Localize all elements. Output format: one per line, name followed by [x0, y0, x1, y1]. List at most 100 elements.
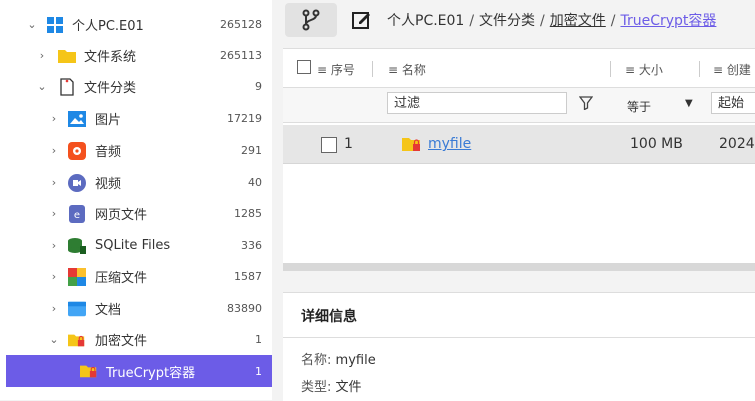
file-name-link[interactable]: myfile	[428, 136, 471, 152]
tree-item-count: 291	[241, 144, 262, 157]
chevron-down-icon[interactable]: ⌄	[46, 333, 62, 346]
filter-funnel-icon[interactable]	[578, 96, 594, 114]
details-title: 详细信息	[301, 309, 357, 325]
tree-item-label: 压缩文件	[95, 271, 148, 286]
chevron-right-icon[interactable]: ›	[46, 207, 62, 220]
tree-item-video[interactable]: › 视频 40	[0, 167, 272, 198]
menu-icon: ≡	[625, 63, 639, 77]
row-checkbox[interactable]	[321, 137, 337, 153]
created-start-input[interactable]: 起始	[711, 92, 755, 114]
file-size: 100 MB	[630, 136, 683, 152]
tree-item-web-files[interactable]: › e 网页文件 1285	[0, 198, 272, 229]
detail-type-value: 文件	[335, 380, 362, 395]
tree-item-count: 40	[248, 176, 262, 189]
chevron-right-icon[interactable]: ›	[46, 302, 62, 315]
tree-item-label: 视频	[95, 177, 122, 192]
menu-icon: ≡	[317, 63, 331, 77]
column-separator[interactable]	[372, 61, 373, 77]
column-header-created[interactable]: ≡ 创建	[713, 61, 751, 78]
chevron-right-icon[interactable]: ›	[46, 239, 62, 252]
locked-folder-icon	[402, 136, 422, 156]
windows-icon	[46, 16, 64, 34]
sidebar-tree: ⌄ 个人PC.E01 265128 › 文件系统 265113 ⌄ 文件分类 9…	[0, 0, 272, 400]
toolbar: 个人PC.E01/文件分类 / 加密文件 / TrueCrypt容器	[283, 0, 755, 42]
tree-item-root[interactable]: ⌄ 个人PC.E01 265128	[0, 9, 272, 40]
horizontal-scrollbar[interactable]	[283, 263, 755, 271]
document-icon	[58, 77, 76, 96]
tree-item-label: TrueCrypt容器	[106, 365, 196, 381]
tree-item-label: 文件分类	[84, 81, 137, 96]
breadcrumb-separator: /	[610, 13, 616, 29]
breadcrumb-encrypted[interactable]: 加密文件	[550, 13, 606, 29]
chevron-right-icon[interactable]: ›	[46, 144, 62, 157]
divider	[283, 337, 755, 338]
dropdown-arrow-icon[interactable]: ▼	[685, 98, 693, 109]
tree-item-label: SQLite Files	[95, 238, 171, 253]
svg-text:e: e	[74, 210, 80, 221]
doc-icon	[68, 300, 86, 318]
tree-item-filesystem[interactable]: › 文件系统 265113	[0, 40, 272, 71]
chevron-right-icon[interactable]: ›	[46, 176, 62, 189]
row-index: 1	[344, 136, 353, 152]
detail-name-label: 名称:	[301, 353, 332, 368]
table-row[interactable]: 1 myfile 100 MB 2024	[283, 125, 755, 164]
video-icon	[68, 173, 86, 192]
tree-item-label: 个人PC.E01	[72, 19, 144, 34]
tree-item-label: 加密文件	[95, 334, 148, 349]
main-pane: 个人PC.E01/文件分类 / 加密文件 / TrueCrypt容器 ≡ 序号 ≡ 名称…	[283, 0, 755, 401]
breadcrumb: 个人PC.E01/文件分类 / 加密文件 / TrueCrypt容器	[387, 10, 716, 30]
detail-name-value: myfile	[335, 353, 376, 368]
folder-icon	[58, 47, 76, 65]
detail-type-row: 类型: 文件	[301, 376, 362, 395]
menu-icon: ≡	[713, 63, 727, 77]
tree-item-file-categories[interactable]: ⌄ 文件分类 9	[0, 71, 272, 102]
column-separator[interactable]	[610, 61, 611, 77]
breadcrumb-current[interactable]: TrueCrypt容器	[620, 13, 716, 29]
tree-item-audio[interactable]: › 音频 291	[0, 135, 272, 166]
chevron-down-icon[interactable]: ⌄	[34, 80, 50, 93]
branch-icon	[302, 9, 320, 31]
chevron-right-icon[interactable]: ›	[46, 270, 62, 283]
select-all-checkbox[interactable]	[297, 60, 311, 77]
column-header-index[interactable]: ≡ 序号	[317, 61, 355, 78]
tree-item-count: 83890	[227, 302, 262, 315]
tree-item-documents[interactable]: › 文档 83890	[0, 293, 272, 324]
edit-icon[interactable]	[351, 9, 373, 31]
tree-item-label: 文件系统	[84, 50, 137, 65]
tree-item-images[interactable]: › 图片 17219	[0, 103, 272, 134]
breadcrumb-root[interactable]: 个人PC.E01	[387, 13, 464, 29]
chevron-right-icon[interactable]: ›	[46, 112, 62, 125]
tree-item-archives[interactable]: › 压缩文件 1587	[0, 261, 272, 292]
breadcrumb-separator: /	[469, 13, 475, 29]
branch-button[interactable]	[285, 3, 337, 37]
filter-row: 过滤 等于 ▼ 起始	[283, 88, 755, 123]
tree-item-count: 1285	[234, 207, 262, 220]
column-header-size[interactable]: ≡ 大小	[625, 61, 663, 78]
detail-type-label: 类型:	[301, 380, 332, 395]
archive-icon	[68, 267, 86, 286]
column-header-name[interactable]: ≡ 名称	[388, 61, 426, 78]
database-icon	[68, 237, 86, 255]
tree-item-label: 音频	[95, 145, 122, 160]
locked-folder-icon	[68, 331, 86, 349]
tree-item-encrypted-files[interactable]: ⌄ 加密文件 1	[0, 324, 272, 355]
details-panel: 详细信息 名称: myfile 类型: 文件	[283, 292, 755, 401]
tree-item-count: 265128	[220, 18, 262, 31]
chevron-down-icon[interactable]: ⌄	[24, 18, 40, 31]
name-filter-input[interactable]: 过滤	[387, 92, 567, 114]
tree-item-count: 1	[255, 333, 262, 346]
tree-item-count: 336	[241, 239, 262, 252]
chevron-right-icon[interactable]: ›	[34, 49, 50, 62]
detail-name-row: 名称: myfile	[301, 349, 376, 368]
breadcrumb-category[interactable]: 文件分类	[479, 13, 535, 29]
tree-item-label: 网页文件	[95, 208, 148, 223]
column-separator[interactable]	[699, 61, 700, 77]
tree-item-sqlite-files[interactable]: › SQLite Files 336	[0, 230, 272, 261]
tree-item-count: 17219	[227, 112, 262, 125]
tree-item-truecrypt-container[interactable]: TrueCrypt容器 1	[6, 355, 272, 387]
tree-item-count: 1	[255, 364, 262, 378]
menu-icon: ≡	[388, 63, 402, 77]
size-operator-select[interactable]: 等于	[627, 98, 651, 115]
web-icon: e	[68, 204, 86, 223]
tree-item-count: 9	[255, 80, 262, 93]
